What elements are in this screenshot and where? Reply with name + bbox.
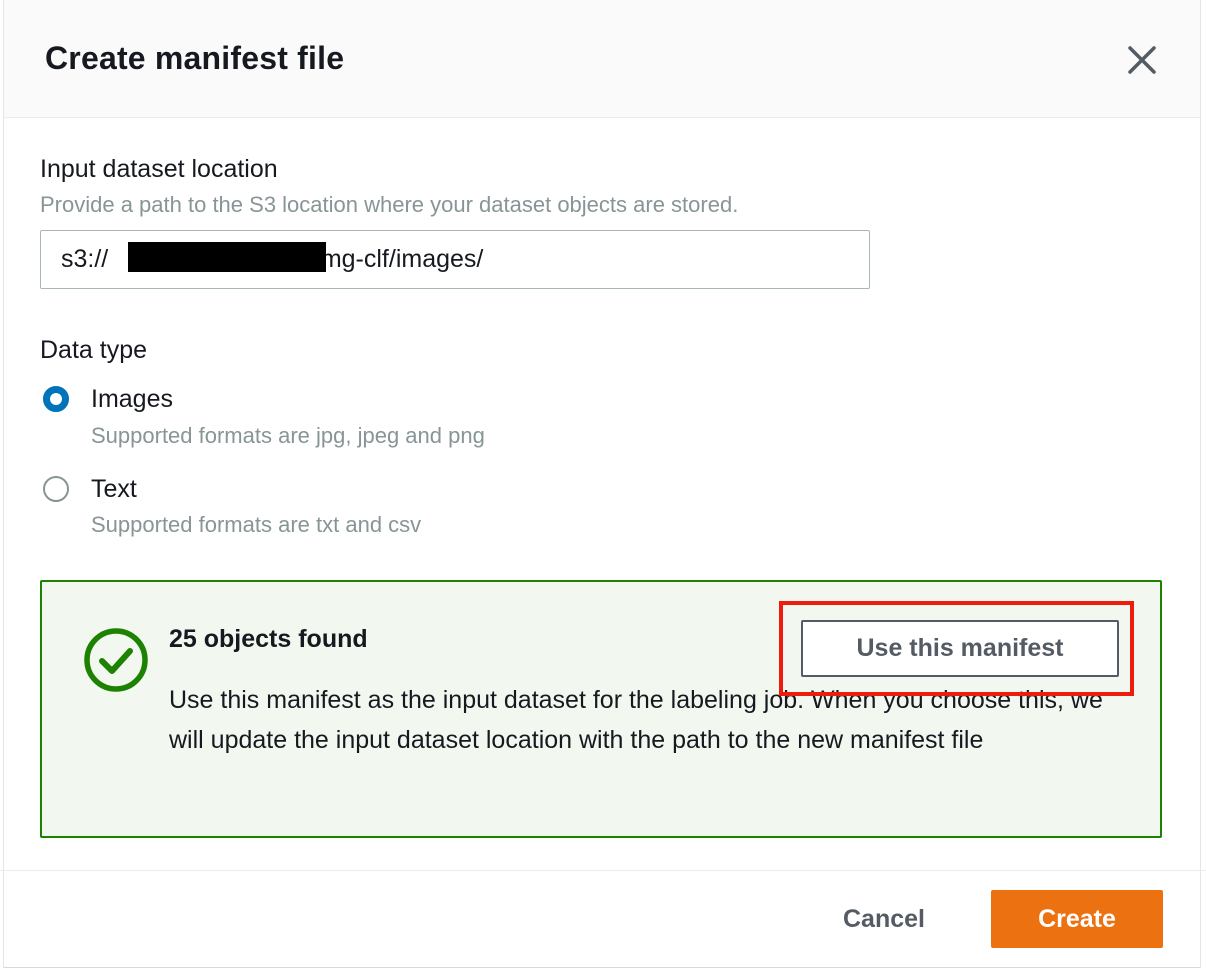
dialog-title: Create manifest file [45,40,345,76]
use-this-manifest-button[interactable]: Use this manifest [801,620,1119,677]
cancel-button[interactable]: Cancel [818,891,950,948]
alert-body: Use this manifest as the input dataset f… [169,686,1103,754]
footer-divider [0,870,1206,871]
data-type-label: Data type [40,336,148,364]
alert-title: 25 objects found [169,625,368,653]
radio-text[interactable] [43,476,69,502]
radio-text-label[interactable]: Text [91,475,137,504]
radio-images-description: Supported formats are jpg, jpeg and png [91,423,485,448]
radio-text-description: Supported formats are txt and csv [91,512,422,537]
close-icon[interactable] [1118,38,1162,82]
radio-images[interactable] [43,386,69,412]
redacted-bucket-name [128,242,326,272]
dialog-header: Create manifest file [4,0,1200,118]
input-dataset-label: Input dataset location [40,155,278,183]
radio-images-label[interactable]: Images [91,385,173,414]
success-check-icon [82,626,150,694]
create-button[interactable]: Create [991,890,1163,948]
input-dataset-description: Provide a path to the S3 location where … [40,192,739,217]
